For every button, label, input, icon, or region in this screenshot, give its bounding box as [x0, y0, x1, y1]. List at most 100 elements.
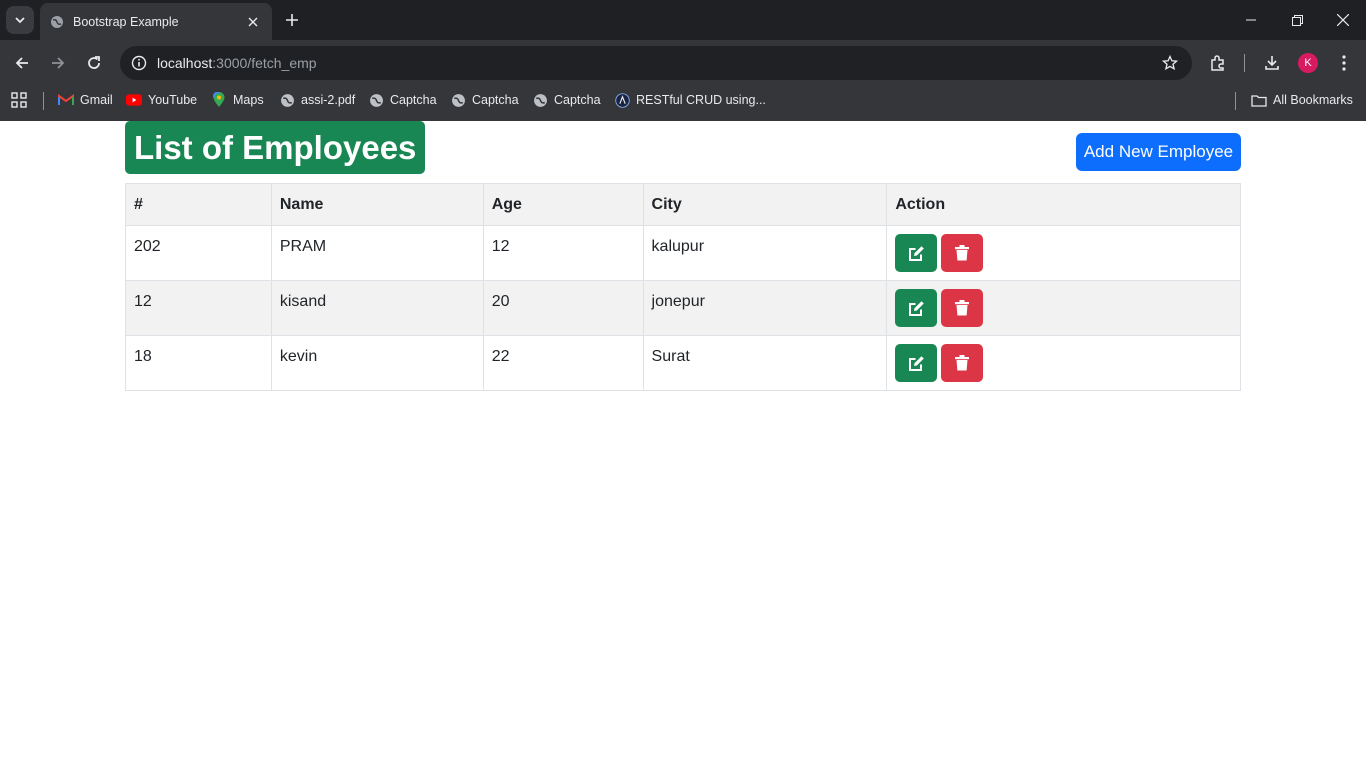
toolbar-divider — [1244, 54, 1245, 72]
close-tab-icon[interactable] — [244, 13, 262, 31]
all-bookmarks-label: All Bookmarks — [1273, 93, 1353, 107]
all-bookmarks[interactable]: All Bookmarks — [1251, 86, 1353, 114]
extensions-icon[interactable] — [1204, 49, 1232, 77]
bookmark-label: Gmail — [80, 93, 113, 107]
chevron-down-icon — [15, 17, 25, 24]
bookmark-label: assi-2.pdf — [301, 93, 356, 107]
cell-city: jonepur — [642, 280, 888, 336]
minimize-button[interactable] — [1228, 0, 1274, 40]
cell-actions — [886, 335, 1241, 391]
apps-button[interactable] — [11, 86, 33, 114]
cell-age: 20 — [482, 280, 644, 336]
bookmark-label: YouTube — [148, 93, 198, 107]
site-info-icon[interactable] — [122, 46, 156, 80]
table-row: 12 kisand 20 jonepur — [125, 280, 1241, 336]
bookmark-label: Maps — [233, 93, 264, 107]
url-text[interactable]: localhost:3000/fetch_emp — [157, 55, 317, 71]
delete-button[interactable] — [941, 344, 984, 382]
maps-icon — [211, 92, 227, 108]
cell-actions — [886, 225, 1241, 281]
cell-actions — [886, 280, 1241, 336]
cell-id: 18 — [125, 335, 272, 391]
cell-age: 22 — [482, 335, 644, 391]
globe-icon — [450, 92, 466, 108]
bookmark-label: RESTful CRUD using... — [636, 93, 766, 107]
forward-arrow-icon — [52, 57, 65, 69]
edit-icon — [908, 300, 924, 316]
gmail-icon — [58, 92, 74, 108]
bookmark-gmail[interactable]: Gmail — [58, 86, 113, 114]
cell-name: kevin — [270, 335, 484, 391]
edit-button[interactable] — [895, 234, 938, 272]
bookmark-label: Captcha — [554, 93, 601, 107]
add-employee-button[interactable]: Add New Employee — [1076, 133, 1241, 171]
cell-age: 12 — [482, 225, 644, 281]
bookmark-star-icon[interactable] — [1160, 53, 1180, 73]
cell-name: kisand — [270, 280, 484, 336]
close-window-button[interactable] — [1320, 0, 1366, 40]
cell-name: PRAM — [270, 225, 484, 281]
cell-city: Surat — [642, 335, 888, 391]
column-header-action: Action — [886, 183, 1241, 226]
bookmark-captcha-2[interactable]: Captcha — [450, 86, 519, 114]
reload-button[interactable] — [80, 49, 108, 77]
new-tab-button[interactable] — [280, 8, 304, 32]
apps-grid-icon — [11, 92, 27, 108]
bookmarks-divider-right — [1235, 92, 1236, 110]
minimize-icon — [1246, 19, 1256, 21]
trash-icon — [955, 300, 970, 316]
active-tab[interactable]: Bootstrap Example — [40, 3, 272, 40]
tab-title: Bootstrap Example — [73, 14, 179, 29]
tab-search-button[interactable] — [6, 6, 34, 34]
bookmark-restful-crud[interactable]: RESTful CRUD using... — [614, 86, 766, 114]
globe-icon — [279, 92, 295, 108]
employee-table: # Name Age City Action 202 PRAM 12 kalup… — [125, 183, 1241, 391]
page-title: List of Employees — [125, 121, 426, 174]
table-header-row: # Name Age City Action — [125, 183, 1241, 226]
url-path: :3000/fetch_emp — [212, 55, 317, 71]
bookmark-label: Captcha — [390, 93, 437, 107]
address-bar[interactable]: localhost:3000/fetch_emp — [120, 46, 1192, 80]
bookmark-assi-2[interactable]: assi-2.pdf — [279, 86, 355, 114]
plus-icon — [286, 14, 298, 26]
edit-icon — [908, 245, 924, 261]
globe-icon — [368, 92, 384, 108]
tab-strip: Bootstrap Example — [0, 0, 1366, 40]
menu-kebab-icon[interactable] — [1330, 49, 1358, 77]
cell-id: 12 — [125, 280, 272, 336]
site-icon — [614, 92, 630, 108]
edit-icon — [908, 355, 924, 371]
table-row: 18 kevin 22 Surat — [125, 335, 1241, 391]
bookmark-youtube[interactable]: YouTube — [126, 86, 197, 114]
bookmarks-divider — [43, 92, 44, 110]
back-arrow-icon — [15, 57, 28, 69]
download-icon[interactable] — [1258, 49, 1286, 77]
bookmark-maps[interactable]: Maps — [211, 86, 264, 114]
restore-icon — [1291, 14, 1303, 26]
browser-toolbar: localhost:3000/fetch_emp — [0, 40, 1366, 86]
bookmarks-bar: Gmail YouTube Maps assi-2.pdf Captcha Ca… — [0, 86, 1366, 121]
folder-icon — [1251, 92, 1267, 108]
back-button[interactable] — [8, 49, 36, 77]
globe-icon — [532, 92, 548, 108]
bookmark-captcha-1[interactable]: Captcha — [368, 86, 437, 114]
reload-icon — [88, 56, 100, 69]
page-content: List of Employees Add New Employee # Nam… — [0, 121, 1366, 768]
column-header-age: Age — [482, 183, 644, 226]
delete-button[interactable] — [941, 289, 984, 327]
trash-icon — [955, 355, 970, 371]
cell-id: 202 — [125, 225, 272, 281]
profile-avatar[interactable]: K — [1298, 53, 1318, 73]
globe-icon — [50, 15, 64, 29]
forward-button[interactable] — [44, 49, 72, 77]
youtube-icon — [126, 92, 142, 108]
restore-button[interactable] — [1274, 0, 1320, 40]
delete-button[interactable] — [941, 234, 984, 272]
column-header-city: City — [642, 183, 888, 226]
url-host: localhost — [157, 55, 213, 71]
bookmark-captcha-3[interactable]: Captcha — [532, 86, 601, 114]
cell-city: kalupur — [642, 225, 888, 281]
close-icon — [1337, 14, 1349, 26]
edit-button[interactable] — [895, 289, 938, 327]
edit-button[interactable] — [895, 344, 938, 382]
